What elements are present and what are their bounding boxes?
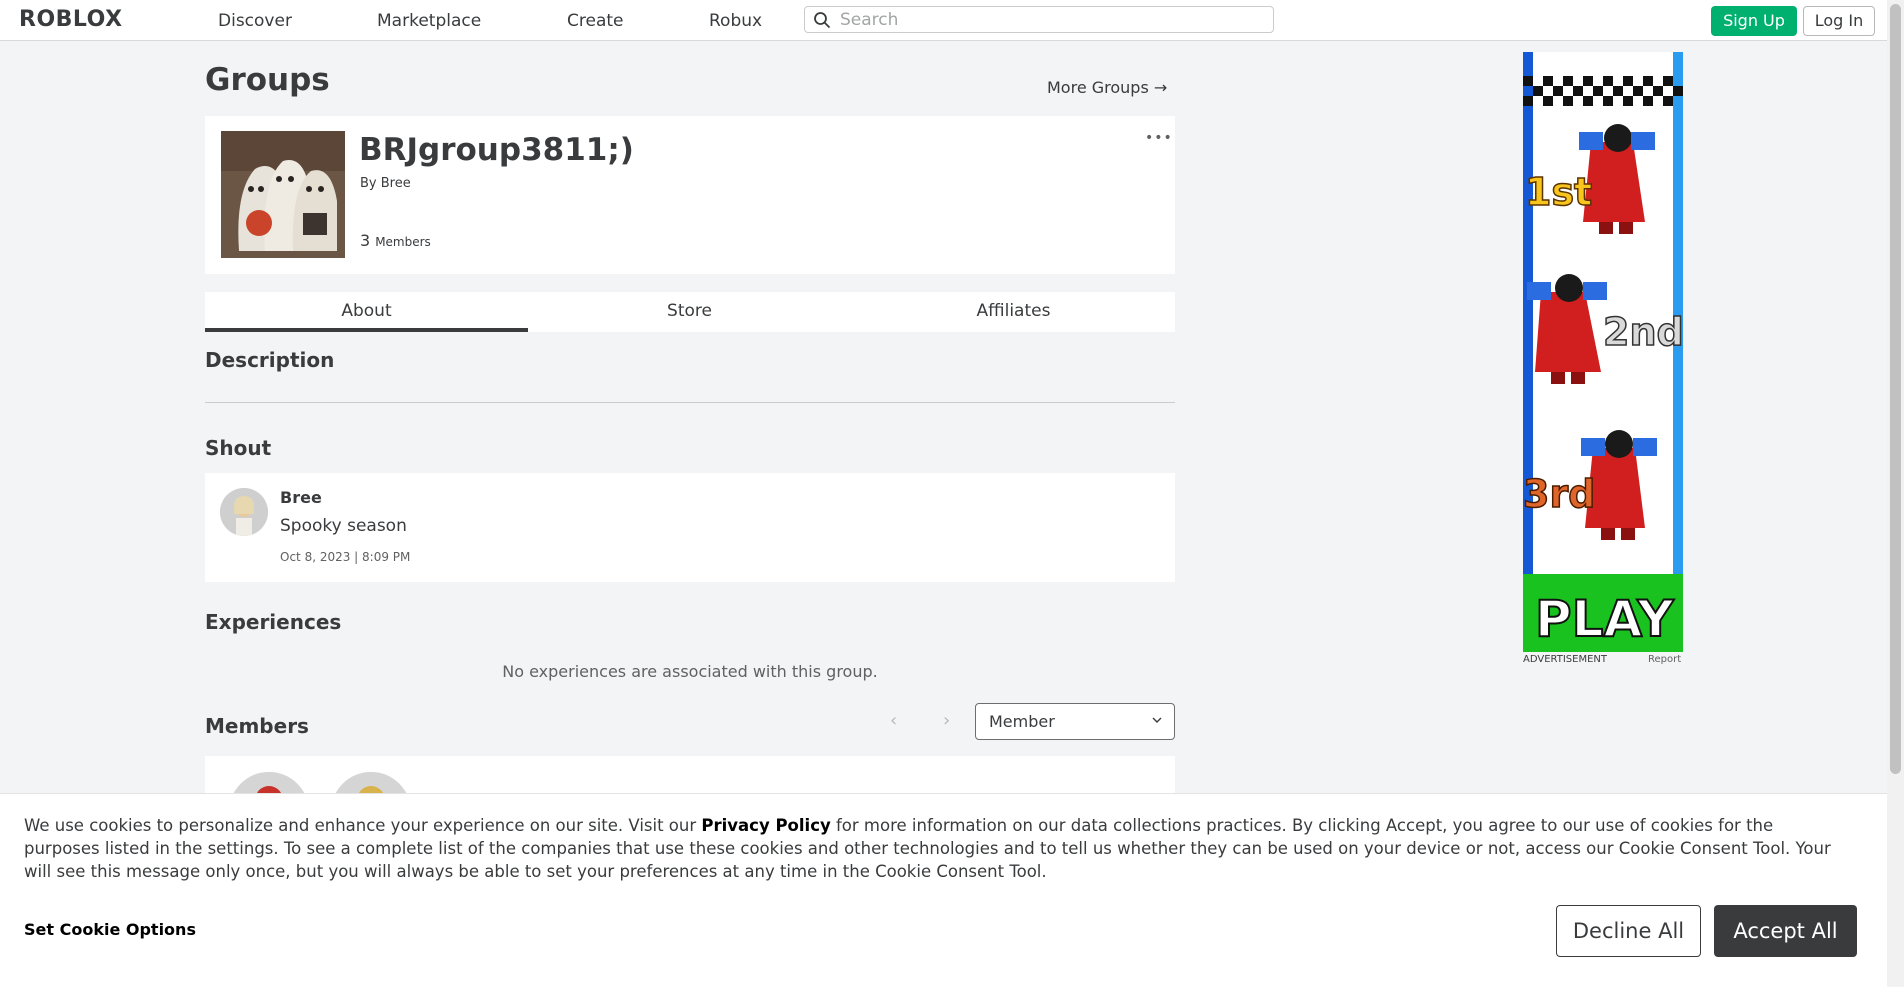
member-role-dropdown[interactable]: Member	[975, 703, 1175, 740]
member-count-value: 3	[360, 231, 371, 250]
chevron-down-icon	[1152, 717, 1162, 723]
group-emblem[interactable]	[221, 131, 345, 258]
roblox-logo[interactable]: ROBLOX	[19, 7, 123, 32]
members-prev-button[interactable]: ‹	[890, 710, 897, 731]
no-experiences-message: No experiences are associated with this …	[502, 662, 878, 681]
members-heading: Members	[205, 714, 309, 738]
ad-play-text: PLAY	[1534, 589, 1675, 649]
page-title: Groups	[205, 62, 330, 98]
log-in-button[interactable]: Log In	[1803, 6, 1875, 36]
avatar[interactable]	[220, 488, 268, 536]
section-divider	[205, 402, 1175, 403]
decline-all-button[interactable]: Decline All	[1556, 905, 1701, 957]
group-header-card: BRJgroup3811;) By Bree 3 Members •••	[205, 116, 1175, 274]
cookie-text-before: We use cookies to personalize and enhanc…	[24, 816, 702, 835]
search-icon	[814, 12, 831, 29]
scrollbar-thumb[interactable]	[1890, 4, 1901, 774]
by-label: By	[360, 176, 377, 191]
member-count-label: Members	[375, 235, 431, 249]
members-next-button[interactable]: ›	[943, 710, 950, 731]
nav-marketplace[interactable]: Marketplace	[377, 11, 481, 31]
sign-up-button[interactable]: Sign Up	[1711, 6, 1797, 36]
nav-robux[interactable]: Robux	[709, 11, 762, 31]
search-input[interactable]	[838, 9, 1262, 31]
ad-place-2nd: 2nd	[1602, 309, 1683, 355]
description-heading: Description	[205, 348, 335, 372]
accept-all-button[interactable]: Accept All	[1714, 905, 1857, 957]
top-nav: ROBLOX Discover Marketplace Create Robux…	[0, 0, 1887, 41]
group-name: BRJgroup3811;)	[359, 132, 634, 168]
tab-about[interactable]: About	[205, 292, 528, 332]
report-ad-link[interactable]: Report	[1648, 654, 1681, 665]
member-role-value: Member	[989, 712, 1055, 731]
cookie-message: We use cookies to personalize and enhanc…	[24, 814, 1854, 883]
nav-discover[interactable]: Discover	[218, 11, 292, 31]
cookie-consent-banner: We use cookies to personalize and enhanc…	[0, 793, 1887, 987]
shout-heading: Shout	[205, 436, 272, 460]
more-groups-link[interactable]: More Groups →	[1047, 78, 1167, 97]
privacy-policy-link[interactable]: Privacy Policy	[701, 816, 830, 835]
tab-store[interactable]: Store	[528, 292, 851, 332]
shout-text: Spooky season	[280, 516, 407, 536]
group-owner-line: By Bree	[360, 176, 411, 191]
ad-place-3rd: 3rd	[1523, 471, 1596, 517]
page-scrollbar[interactable]	[1887, 0, 1904, 986]
advertisement-banner[interactable]: 1st 2nd 3rd PLAY	[1523, 52, 1683, 652]
experiences-heading: Experiences	[205, 610, 342, 634]
shout-author[interactable]: Bree	[280, 488, 322, 507]
avatar-image	[220, 488, 268, 536]
nav-create[interactable]: Create	[567, 11, 624, 31]
ghost-emblem-image	[221, 131, 345, 258]
ad-place-1st: 1st	[1524, 169, 1593, 215]
advertisement-label: ADVERTISEMENT	[1523, 654, 1608, 665]
group-tabs: About Store Affiliates	[205, 292, 1175, 332]
member-count: 3 Members	[360, 231, 431, 250]
search-box[interactable]	[804, 6, 1274, 33]
shout-card: Bree Spooky season Oct 8, 2023 | 8:09 PM	[205, 473, 1175, 582]
set-cookie-options-link[interactable]: Set Cookie Options	[24, 920, 196, 939]
tab-affiliates[interactable]: Affiliates	[852, 292, 1175, 332]
group-owner-link[interactable]: Bree	[381, 176, 411, 191]
more-options-icon[interactable]: •••	[1145, 130, 1173, 146]
shout-date: Oct 8, 2023 | 8:09 PM	[280, 550, 411, 564]
